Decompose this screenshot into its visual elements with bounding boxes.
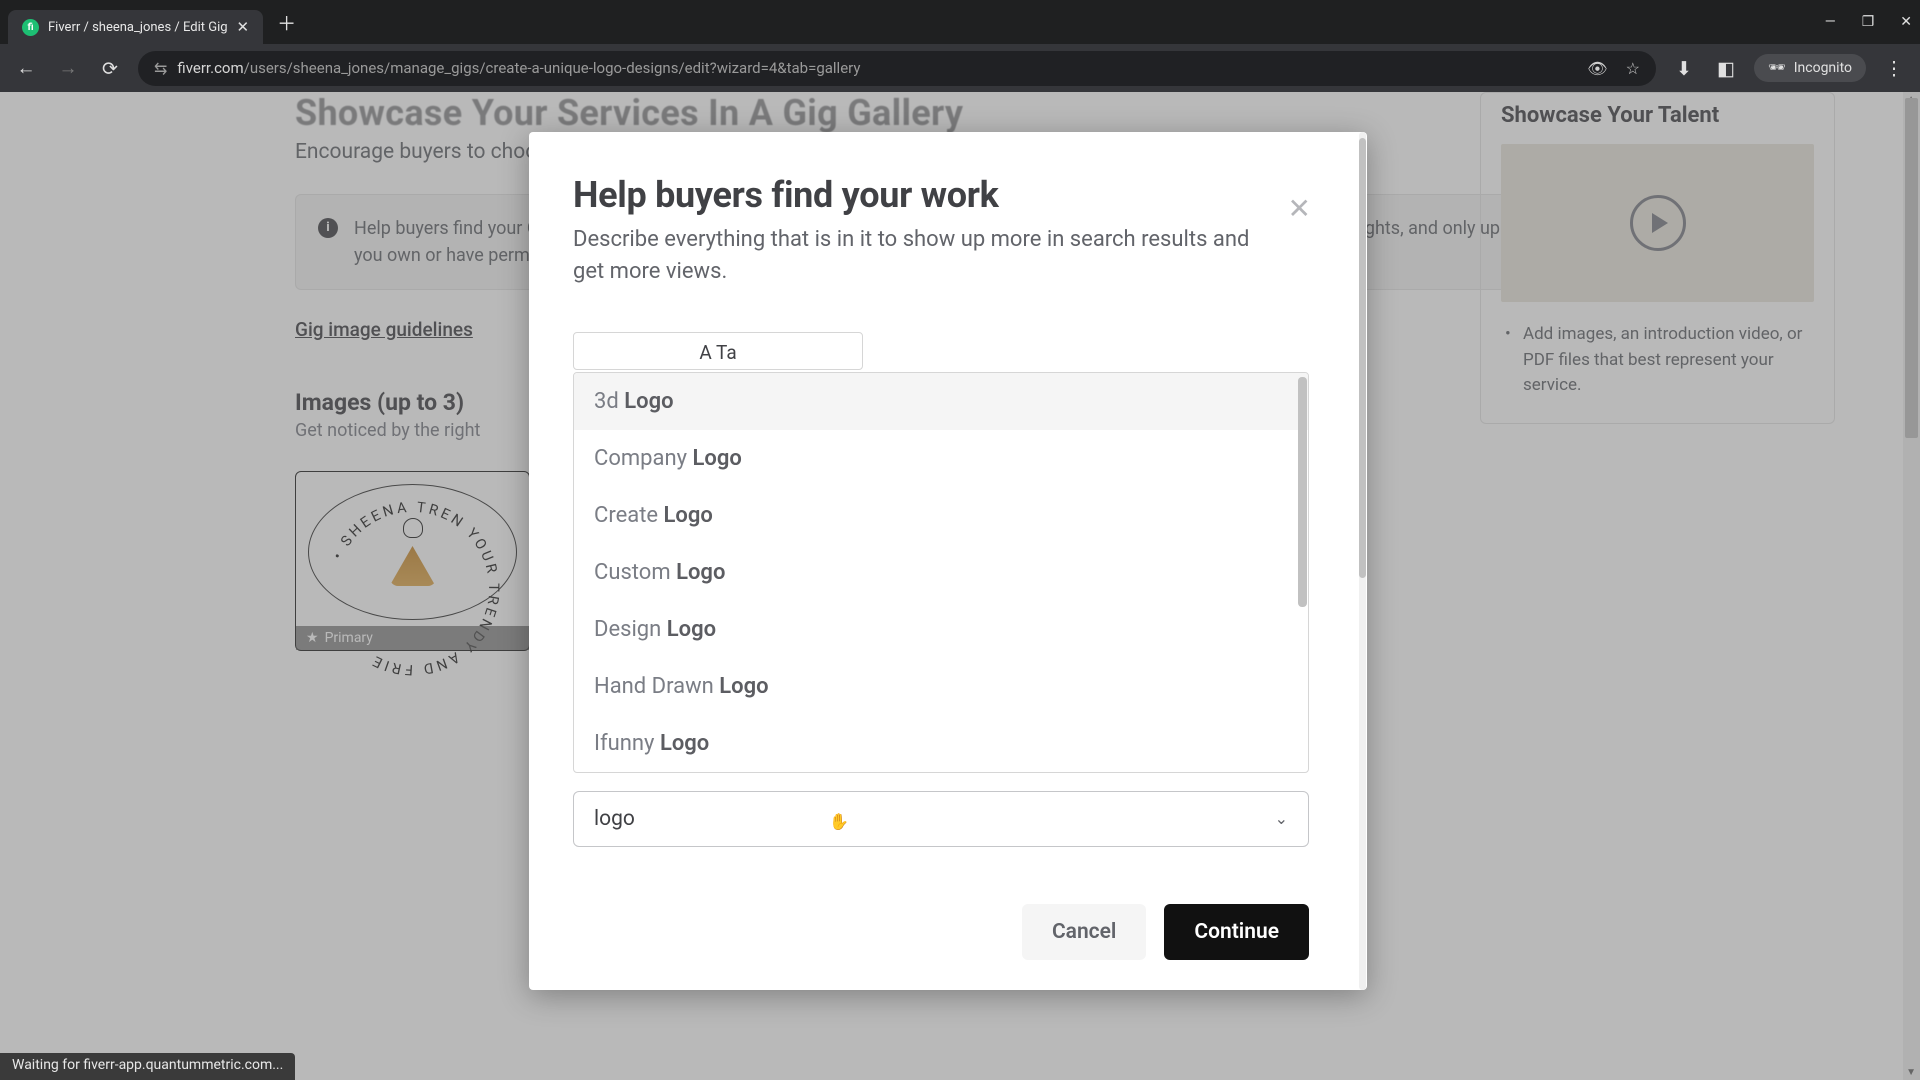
bookmark-star-icon[interactable]: ☆ [1626,59,1640,78]
tag-modal: ✕ Help buyers find your work Describe ev… [529,132,1367,990]
url-text: fiverr.com/users/sheena_jones/manage_gig… [177,59,860,77]
new-tab-button[interactable]: ＋ [277,9,296,36]
downloads-icon[interactable]: ⬇ [1670,54,1698,82]
browser-titlebar: fi Fiverr / sheena_jones / Edit Gig ✕ ＋ … [0,0,1920,44]
incognito-label: Incognito [1794,60,1852,76]
modal-description: Describe everything that is in it to sho… [573,224,1273,288]
close-window-button[interactable]: ✕ [1900,14,1912,30]
privacy-eye-icon[interactable]: 👁 [1587,59,1607,78]
tag-display[interactable]: A Ta [573,332,863,370]
forward-button[interactable]: → [54,54,82,82]
dropdown-scrollbar[interactable] [1298,377,1307,607]
browser-tab[interactable]: fi Fiverr / sheena_jones / Edit Gig ✕ [8,10,263,44]
minimize-button[interactable]: — [1825,14,1836,30]
incognito-badge[interactable]: 🕶 Incognito [1754,54,1866,82]
dropdown-option[interactable]: Ifunny Logo [574,715,1308,772]
page-viewport: Showcase Your Services In A Gig Gallery … [0,92,1920,1080]
chevron-down-icon[interactable]: ⌄ [1275,809,1288,828]
dropdown-option[interactable]: Company Logo [574,430,1308,487]
site-info-icon[interactable]: ⇆ [154,59,167,78]
back-button[interactable]: ← [12,54,40,82]
dropdown-option[interactable]: Custom Logo [574,544,1308,601]
window-controls: — ❐ ✕ [1825,14,1912,30]
tag-dropdown: 3d LogoCompany LogoCreate LogoCustom Log… [573,372,1309,773]
maximize-button[interactable]: ❐ [1862,14,1875,30]
tag-input-combo[interactable]: ⌄ ✋ [573,791,1309,847]
tag-input[interactable] [594,807,1288,831]
dropdown-option[interactable]: 3d Logo [574,373,1308,430]
dropdown-option[interactable]: Hand Drawn Logo [574,658,1308,715]
menu-icon[interactable]: ⋮ [1880,54,1908,82]
tab-title: Fiverr / sheena_jones / Edit Gig [48,20,228,35]
modal-scroll-thumb[interactable] [1359,138,1366,578]
cancel-button[interactable]: Cancel [1022,904,1146,960]
address-bar[interactable]: ⇆ fiverr.com/users/sheena_jones/manage_g… [138,51,1656,86]
dropdown-option[interactable]: Create Logo [574,487,1308,544]
dropdown-option[interactable]: Design Logo [574,601,1308,658]
modal-close-button[interactable]: ✕ [1288,192,1311,225]
modal-title: Help buyers find your work [573,174,1309,216]
modal-scrollbar[interactable] [1359,132,1366,990]
continue-button[interactable]: Continue [1164,904,1309,960]
favicon-icon: fi [22,19,39,36]
browser-status-bar: Waiting for fiverr-app.quantummetric.com… [0,1053,295,1080]
sidepanel-icon[interactable]: ◧ [1712,54,1740,82]
incognito-icon: 🕶 [1768,60,1786,76]
browser-toolbar: ← → ⟳ ⇆ fiverr.com/users/sheena_jones/ma… [0,44,1920,92]
tab-close-icon[interactable]: ✕ [237,18,250,36]
reload-button[interactable]: ⟳ [96,54,124,82]
